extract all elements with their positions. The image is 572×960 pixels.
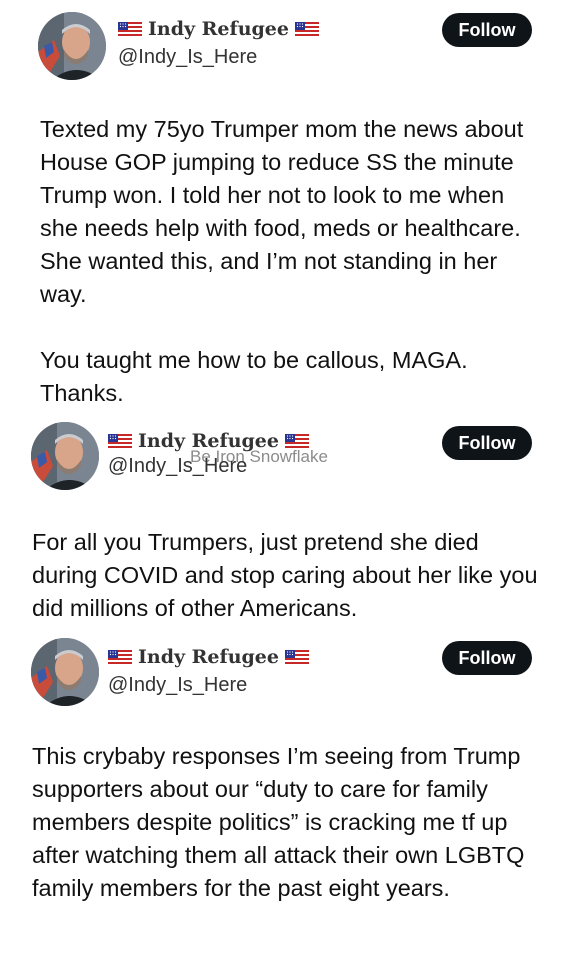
user-handle[interactable]: @Indy_Is_Here	[118, 46, 257, 69]
us-flag-icon	[108, 650, 132, 664]
avatar[interactable]	[31, 422, 99, 490]
follow-button[interactable]: Follow	[442, 13, 532, 47]
avatar[interactable]	[38, 12, 106, 80]
us-flag-icon	[108, 434, 132, 448]
post-paragraph: This crybaby responses I’m seeing from T…	[32, 743, 525, 901]
post-text: This crybaby responses I’m seeing from T…	[32, 740, 548, 905]
display-name[interactable]: Indy Refugee	[138, 646, 279, 668]
display-name-row: Indy Refugee	[108, 646, 309, 668]
display-name[interactable]: Indy Refugee	[148, 18, 289, 40]
user-handle[interactable]: @Indy_Is_Here	[108, 455, 247, 478]
post-paragraph: You taught me how to be callous, MAGA. T…	[40, 347, 468, 406]
follow-button[interactable]: Follow	[442, 641, 532, 675]
us-flag-icon	[295, 22, 319, 36]
post-paragraph: For all you Trumpers, just pretend she d…	[32, 529, 538, 621]
us-flag-icon	[285, 650, 309, 664]
post-paragraph: Texted my 75yo Trumper mom the news abou…	[40, 116, 524, 307]
us-flag-icon	[118, 22, 142, 36]
follow-button[interactable]: Follow	[442, 426, 532, 460]
post-text: Texted my 75yo Trumper mom the news abou…	[40, 113, 548, 410]
us-flag-icon	[285, 434, 309, 448]
avatar[interactable]	[31, 638, 99, 706]
user-handle[interactable]: @Indy_Is_Here	[108, 674, 247, 697]
post-text: For all you Trumpers, just pretend she d…	[32, 526, 548, 625]
display-name-row: Indy Refugee	[118, 18, 319, 40]
